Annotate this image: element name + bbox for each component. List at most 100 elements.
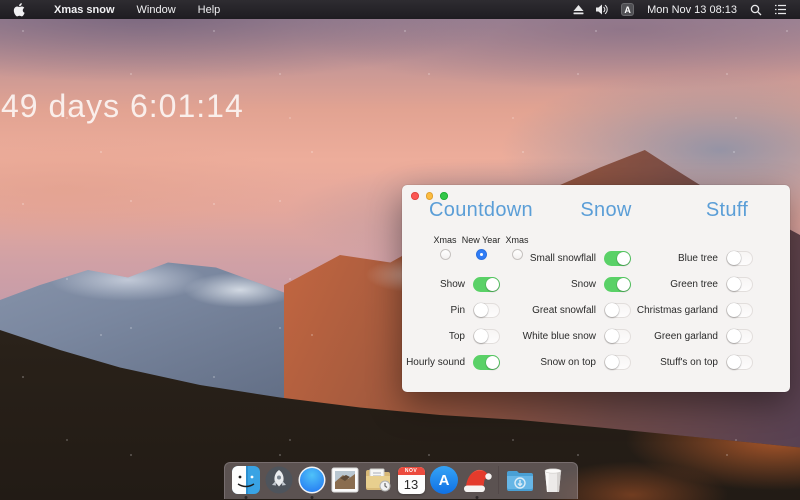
radio-item-1-new-year: New Year	[463, 235, 499, 260]
toggle-knob	[617, 252, 630, 265]
toggle-green-tree[interactable]	[726, 277, 753, 292]
toggle-white-blue-snow[interactable]	[604, 329, 631, 344]
setting-row-great-snowfall: Great snowfall	[532, 297, 631, 323]
toggle-knob	[727, 303, 741, 317]
setting-row-white-blue-snow: White blue snow	[523, 323, 631, 349]
spotlight-search-icon[interactable]	[747, 0, 765, 19]
toggle-pin[interactable]	[473, 303, 500, 318]
input-source-icon[interactable]: A	[618, 0, 637, 19]
setting-label: Hourly sound	[406, 357, 465, 368]
toggle-show[interactable]	[473, 277, 500, 292]
dock-documents-icon[interactable]	[363, 465, 393, 495]
menu-bar-clock[interactable]: Mon Nov 13 08:13	[643, 4, 741, 16]
setting-row-small-snowflall: Small snowflall	[530, 245, 631, 271]
setting-label: Stuff's on top	[660, 357, 718, 368]
toggle-great-snowfall[interactable]	[604, 303, 631, 318]
toggle-top[interactable]	[473, 329, 500, 344]
toggle-christmas-garland[interactable]	[726, 303, 753, 318]
menu-bar-status-area: A Mon Nov 13 08:13	[570, 0, 800, 19]
toggle-knob	[727, 277, 741, 291]
volume-icon[interactable]	[593, 0, 612, 19]
setting-label: Blue tree	[678, 253, 718, 264]
menu-item-xmas-snow[interactable]: Xmas snow	[43, 0, 126, 19]
dock-finder-icon[interactable]	[231, 465, 261, 495]
calendar-day-label: 13	[398, 475, 425, 494]
apple-menu-icon[interactable]	[13, 3, 25, 17]
toggle-stuff-s-on-top[interactable]	[726, 355, 753, 370]
toggle-knob	[486, 356, 499, 369]
toggle-knob	[486, 278, 499, 291]
radio-label: Xmas	[433, 235, 456, 245]
toggle-knob	[727, 355, 741, 369]
toggle-hourly-sound[interactable]	[473, 355, 500, 370]
dock-launchpad-icon[interactable]	[264, 465, 294, 495]
toggle-knob	[727, 251, 741, 265]
setting-label: Small snowflall	[530, 253, 596, 264]
radio-item-0-xmas: Xmas	[427, 235, 463, 260]
menu-items: Xmas snowWindowHelp	[43, 0, 231, 19]
setting-row-stuff-s-on-top: Stuff's on top	[660, 349, 753, 375]
dock-app-store-icon[interactable]: A	[429, 465, 459, 495]
toggle-knob	[605, 355, 619, 369]
toggle-snow-on-top[interactable]	[604, 355, 631, 370]
setting-row-pin: Pin	[451, 297, 500, 323]
setting-label: Pin	[451, 305, 465, 316]
setting-label: Snow on top	[540, 357, 596, 368]
toggle-small-snowflall[interactable]	[604, 251, 631, 266]
toggle-knob	[617, 278, 630, 291]
setting-label: Green tree	[670, 279, 718, 290]
dock-calendar-icon[interactable]: NOV 13	[396, 465, 426, 495]
setting-label: Show	[440, 279, 465, 290]
toggle-knob	[474, 329, 488, 343]
eject-icon[interactable]	[570, 0, 587, 19]
xmas-snow-settings-window: Countdown Xmas New Year Xmas Show Pin Top Hourl…	[402, 185, 790, 392]
dock: NOV 13 A	[224, 462, 578, 499]
dock-xmas-snow-icon[interactable]	[462, 465, 492, 495]
toggle-knob	[605, 303, 619, 317]
setting-row-hourly-sound: Hourly sound	[406, 349, 500, 375]
running-indicator	[476, 496, 479, 499]
calendar-month-label: NOV	[398, 467, 425, 475]
dock-trash-icon[interactable]	[538, 465, 568, 495]
radio-label: New Year	[462, 235, 501, 245]
toggle-knob	[474, 303, 488, 317]
setting-row-christmas-garland: Christmas garland	[637, 297, 753, 323]
dock-mail-icon[interactable]	[330, 465, 360, 495]
setting-row-top: Top	[449, 323, 500, 349]
notification-center-icon[interactable]	[771, 0, 790, 19]
close-button[interactable]	[411, 192, 419, 200]
menu-item-help[interactable]: Help	[187, 0, 232, 19]
toggle-blue-tree[interactable]	[726, 251, 753, 266]
setting-row-blue-tree: Blue tree	[678, 245, 753, 271]
countdown-toggle-column: Show Pin Top Hourly sound	[406, 271, 500, 375]
menu-item-window[interactable]: Window	[126, 0, 187, 19]
toggle-knob	[605, 329, 619, 343]
setting-label: Great snowfall	[532, 305, 596, 316]
desktop-countdown-text: 49 days 6:01:14	[1, 88, 244, 125]
toggle-knob	[727, 329, 741, 343]
dock-safari-icon[interactable]	[297, 465, 327, 495]
menu-bar: Xmas snowWindowHelp A Mon Nov 13 08:13	[0, 0, 800, 19]
radio-2-xmas[interactable]	[512, 249, 523, 260]
radio-0-xmas[interactable]	[440, 249, 451, 260]
running-indicator	[311, 496, 314, 499]
toggle-snow[interactable]	[604, 277, 631, 292]
screen: 49 days 6:01:14 Xmas snowWindowHelp	[0, 0, 800, 500]
radio-label: Xmas	[505, 235, 528, 245]
column-header-countdown: Countdown	[429, 199, 533, 222]
setting-row-green-tree: Green tree	[670, 271, 753, 297]
setting-row-snow: Snow	[571, 271, 631, 297]
toggle-green-garland[interactable]	[726, 329, 753, 344]
snow-toggle-column: Small snowflall Snow Great snowfall White b…	[523, 245, 631, 375]
dock-separator	[498, 466, 499, 494]
dock-downloads-folder-icon[interactable]	[505, 465, 535, 495]
setting-row-show: Show	[440, 271, 500, 297]
setting-label: White blue snow	[523, 331, 596, 342]
setting-label: Snow	[571, 279, 596, 290]
radio-1-new-year[interactable]	[476, 249, 487, 260]
setting-label: Christmas garland	[637, 305, 718, 316]
running-indicator	[245, 496, 248, 499]
setting-label: Top	[449, 331, 465, 342]
column-header-snow: Snow	[580, 199, 631, 222]
stuff-toggle-column: Blue treeGreen treeChristmas garlandGree…	[637, 245, 753, 375]
